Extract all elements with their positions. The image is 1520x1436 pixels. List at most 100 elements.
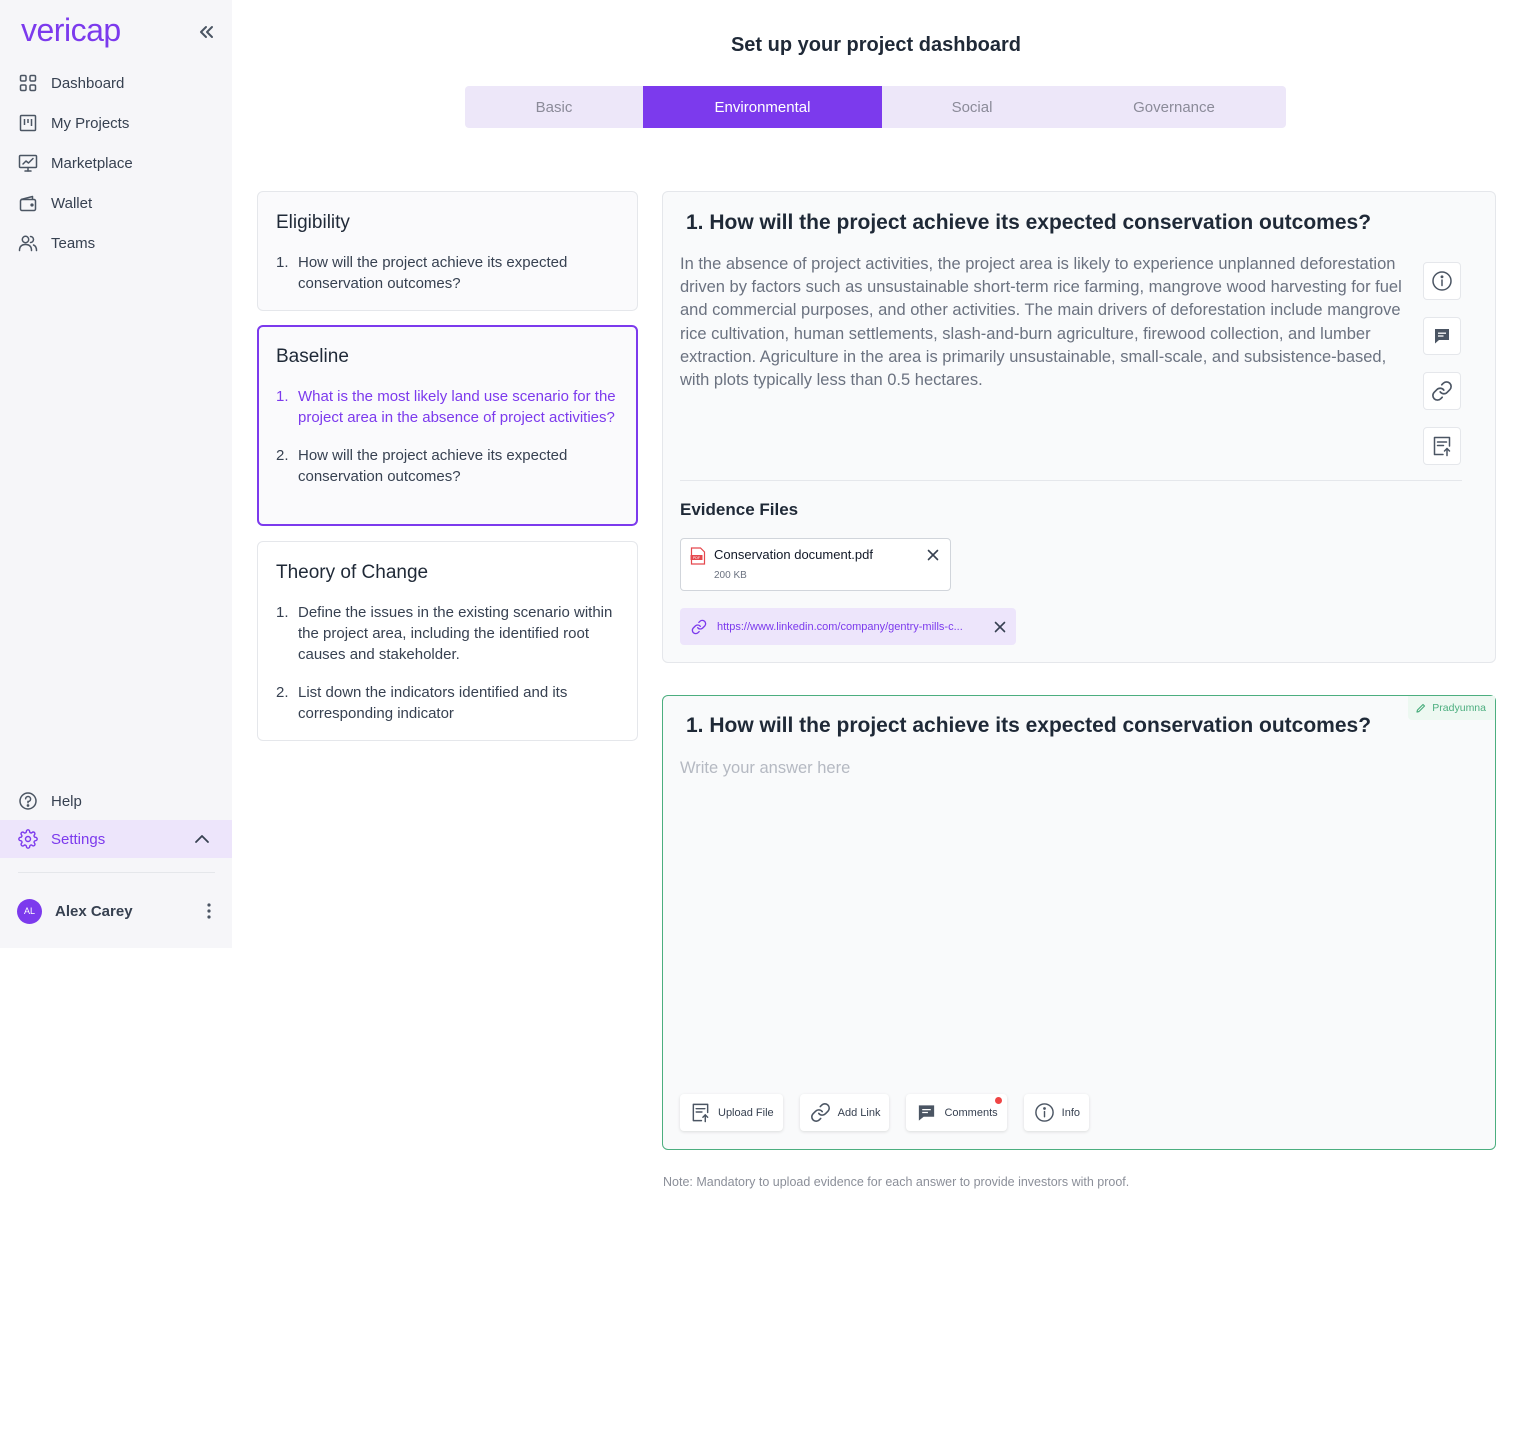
section-card-eligibility[interactable]: Eligibility 1. How will the project achi… [257,191,638,311]
question-item[interactable]: 2. How will the project achieve its expe… [276,445,620,487]
link-button[interactable] [1423,372,1461,410]
sidebar-item-teams[interactable]: Teams [0,223,232,263]
remove-file-icon[interactable] [926,548,940,562]
sidebar-item-help[interactable]: Help [0,782,232,820]
page-title: Set up your project dashboard [730,34,1022,56]
question-list: 1. Define the issues in the existing sce… [276,602,621,724]
question-title: 1. How will the project achieve its expe… [686,211,1372,234]
wallet-icon [19,195,37,212]
question-number: 2. [276,447,289,464]
comment-icon [919,1105,935,1121]
sidebar: vericap Dashboard My Projects Marketplac… [0,0,232,948]
sidebar-item-label: Dashboard [51,74,125,92]
avatar: AL [17,898,42,924]
answer-textarea[interactable] [680,759,1460,1059]
link-icon [1432,381,1452,401]
action-label: Upload File [718,1106,774,1119]
editor-tag: Pradyumna [1408,696,1495,720]
question-text: List down the indicators identified and … [298,684,568,722]
pencil-icon [1416,703,1426,713]
question-list: 1. What is the most likely land use scen… [276,386,620,487]
pdf-file-icon: PDF [690,547,706,565]
action-label: Add Link [837,1106,881,1119]
question-tools [1423,262,1461,482]
upload-file-icon [1433,436,1451,457]
question-item[interactable]: 2. List down the indicators identified a… [276,682,621,724]
question-text: How will the project achieve its expecte… [298,254,568,292]
tab-social[interactable]: Social [882,86,1062,128]
section-card-theory-of-change[interactable]: Theory of Change 1. Define the issues in… [257,541,638,741]
question-number: 1. [276,254,289,271]
user-menu-button[interactable] [201,901,217,921]
question-number: 1. [276,604,289,621]
info-button[interactable] [1423,262,1461,300]
svg-text:PDF: PDF [693,556,701,560]
question-number: 1. [276,388,289,405]
tab-environmental[interactable]: Environmental [643,86,882,128]
link-icon [691,619,707,634]
upload-file-icon [692,1103,709,1123]
sidebar-item-label: My Projects [51,114,130,132]
user-name: Alex Carey [55,902,133,920]
remove-link-icon[interactable] [993,620,1007,634]
panel-divider [680,480,1462,481]
marketplace-monitor-icon [18,154,38,172]
answer-editor-panel: Pradyumna 1. How will the project achiev… [662,695,1496,1150]
file-name: Conservation document.pdf [714,547,873,562]
info-icon [1034,1103,1054,1122]
user-profile[interactable]: AL Alex Carey [17,898,217,924]
comment-button[interactable] [1423,317,1461,355]
file-size: 200 KB [714,570,747,581]
teams-users-icon [18,235,38,252]
sidebar-item-wallet[interactable]: Wallet [0,183,232,223]
sidebar-item-my-projects[interactable]: My Projects [0,103,232,143]
evidence-link-chip[interactable]: https://www.linkedin.com/company/gentry-… [680,608,1016,645]
sidebar-item-label: Teams [51,234,96,252]
tab-basic[interactable]: Basic [465,86,643,128]
sidebar-item-label: Marketplace [51,154,133,172]
action-label: Info [1061,1106,1080,1119]
help-circle-icon [19,792,37,810]
dashboard-grid-icon [19,74,37,92]
sidebar-item-marketplace[interactable]: Marketplace [0,143,232,183]
question-text: What is the most likely land use scenari… [298,388,616,426]
question-item[interactable]: 1. Define the issues in the existing sce… [276,602,621,665]
projects-board-icon [19,114,37,132]
answer-actions: Upload File Add Link Comments Info [680,1094,1106,1131]
question-detail-panel: 1. How will the project achieve its expe… [662,191,1496,663]
question-number: 2. [276,684,289,701]
section-title: Baseline [276,346,349,367]
sidebar-item-label: Settings [51,830,106,848]
bottom-nav: Help Settings [0,782,232,858]
evidence-note: Note: Mandatory to upload evidence for e… [663,1175,1130,1189]
sidebar-item-dashboard[interactable]: Dashboard [0,63,232,103]
comments-action[interactable]: Comments [906,1094,1007,1131]
evidence-link-url[interactable]: https://www.linkedin.com/company/gentry-… [717,621,985,633]
question-text: Define the issues in the existing scenar… [298,604,613,663]
evidence-file-chip[interactable]: PDF Conservation document.pdf 200 KB [680,538,951,591]
collapse-sidebar-button[interactable] [194,20,218,44]
chevron-up-icon[interactable] [194,831,210,847]
notification-dot [994,1097,1002,1104]
question-item[interactable]: 1. How will the project achieve its expe… [276,252,621,294]
question-item[interactable]: 1. What is the most likely land use scen… [276,386,620,428]
section-card-baseline[interactable]: Baseline 1. What is the most likely land… [257,325,638,526]
question-text: How will the project achieve its expecte… [298,447,568,485]
link-icon [810,1103,830,1122]
main-nav: Dashboard My Projects Marketplace Wallet… [0,63,232,263]
kebab-menu-icon [207,903,211,919]
info-icon [1432,271,1452,291]
section-title: Theory of Change [276,562,429,583]
info-action[interactable]: Info [1023,1094,1089,1131]
sidebar-item-settings[interactable]: Settings [0,820,232,858]
sidebar-divider [18,872,215,873]
vericap-logo[interactable]: vericap [21,12,121,49]
upload-file-button[interactable] [1423,427,1461,465]
question-answer-text: In the absence of project activities, th… [680,255,1402,390]
tab-governance[interactable]: Governance [1062,86,1286,128]
comment-icon [1435,329,1449,344]
add-link-action[interactable]: Add Link [799,1094,890,1131]
section-title: Eligibility [276,212,350,233]
upload-file-action[interactable]: Upload File [680,1094,783,1131]
sidebar-item-label: Wallet [51,194,93,212]
